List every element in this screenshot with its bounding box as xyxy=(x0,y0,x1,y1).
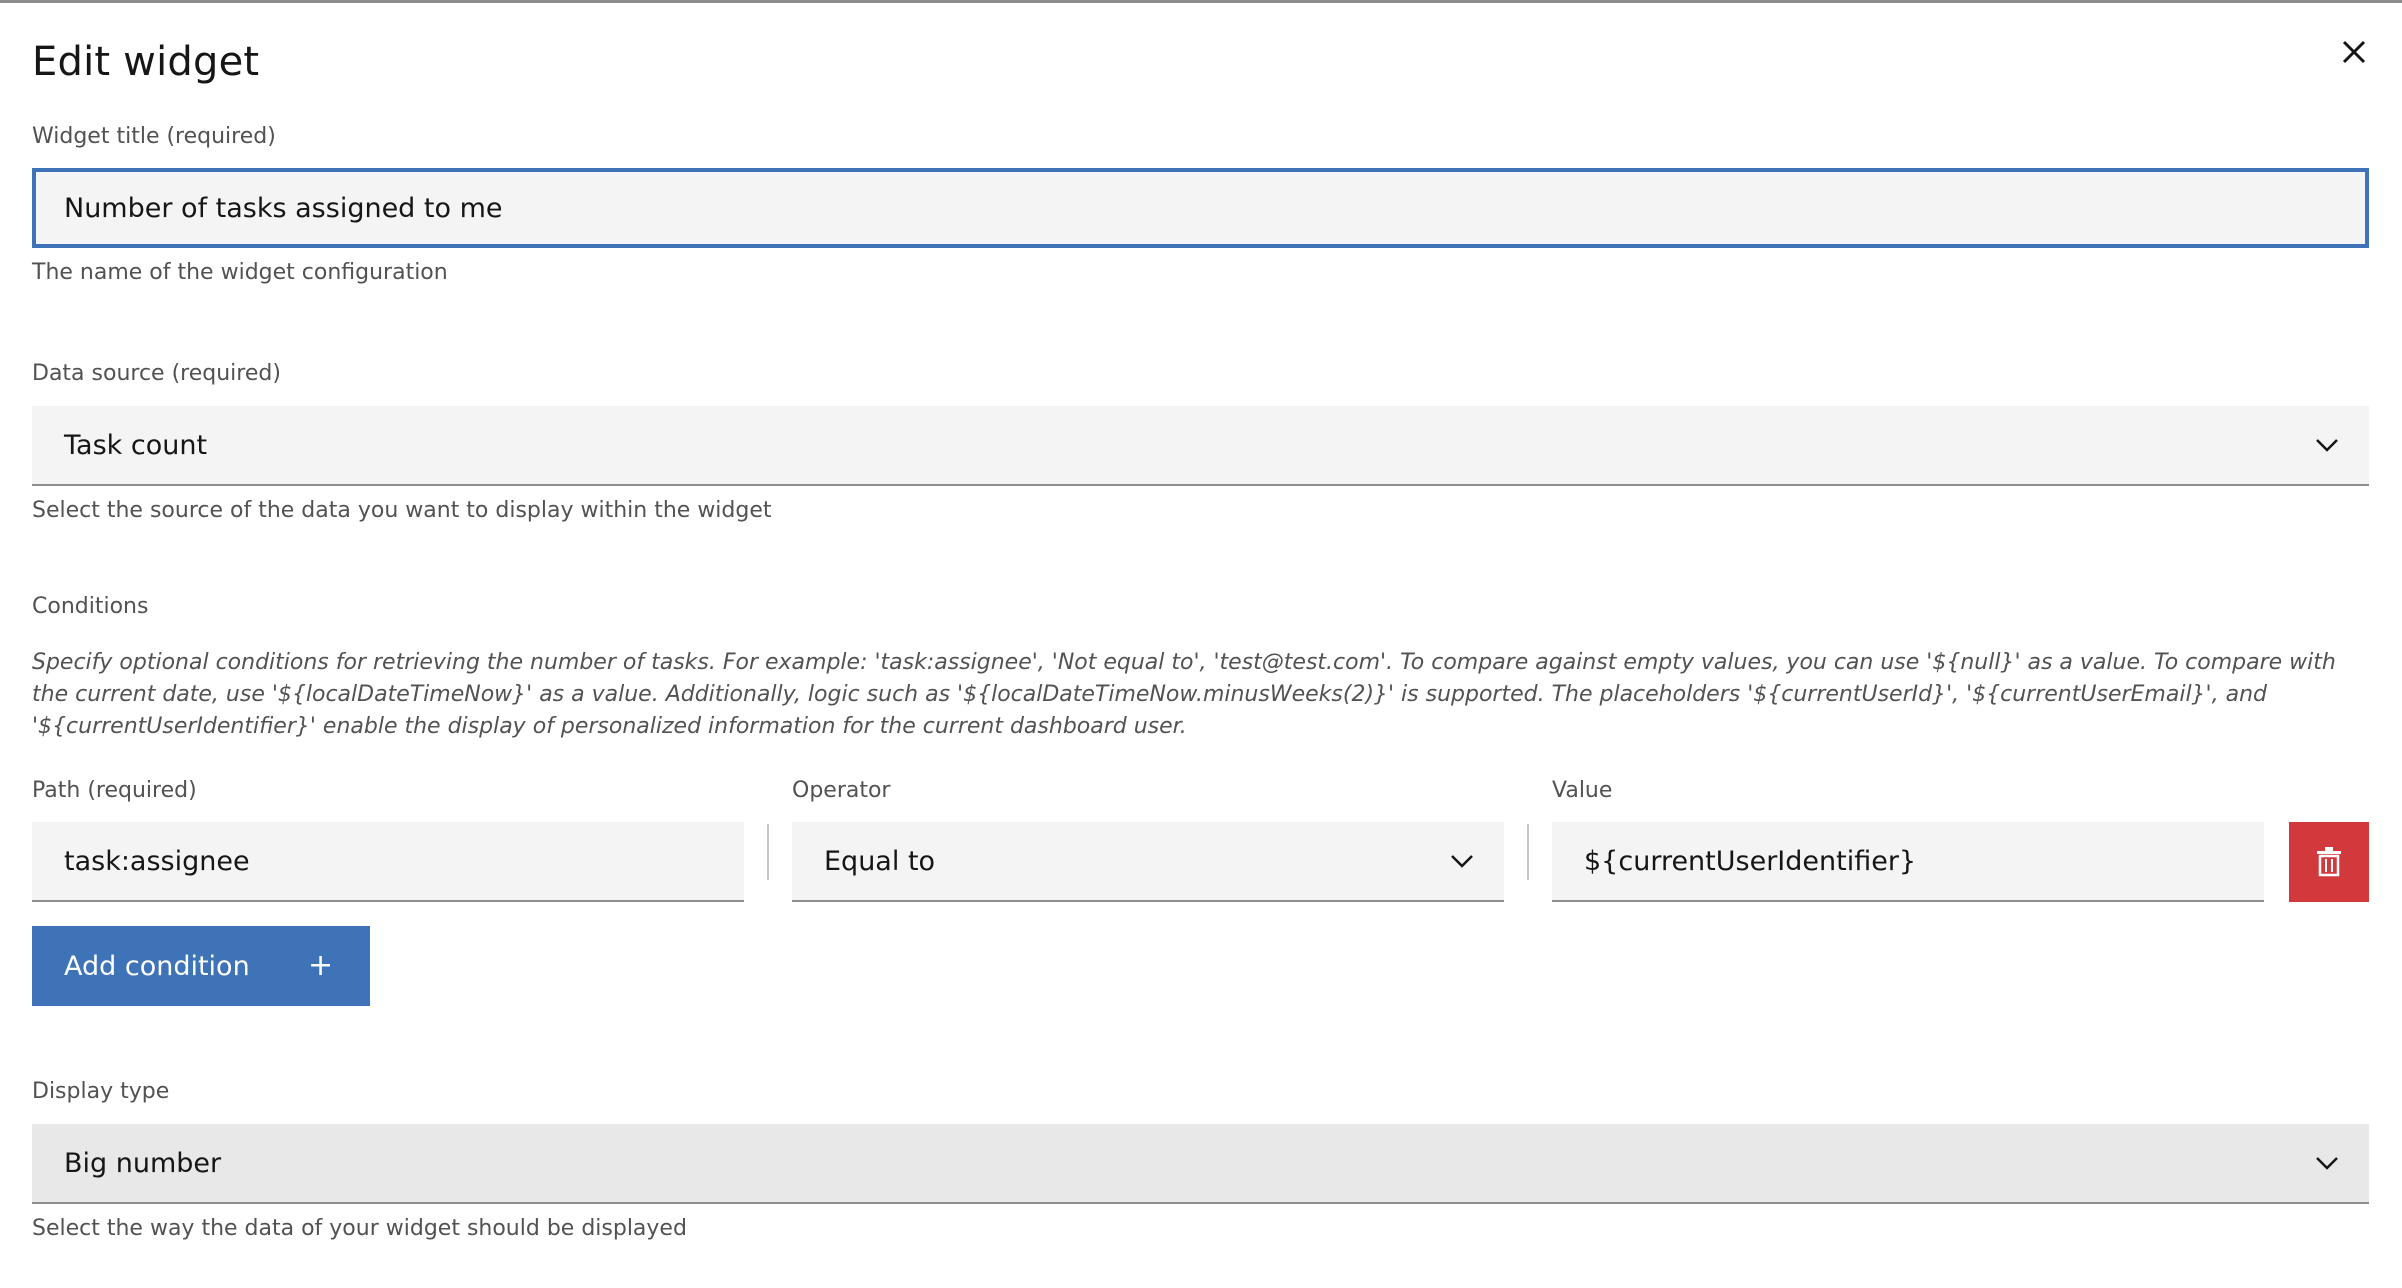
operator-selected-value: Equal to xyxy=(824,845,936,877)
condition-value-input[interactable] xyxy=(1552,822,2264,902)
path-label: Path (required) xyxy=(32,778,197,803)
chevron-down-icon xyxy=(2316,1157,2338,1170)
data-source-selected-value: Task count xyxy=(64,429,208,461)
close-button[interactable] xyxy=(2328,26,2380,78)
data-source-select[interactable]: Task count xyxy=(32,406,2369,486)
data-source-label: Data source (required) xyxy=(32,361,281,386)
condition-operator-select[interactable]: Equal to xyxy=(792,822,1504,902)
condition-path-input[interactable] xyxy=(32,822,744,902)
display-type-selected-value: Big number xyxy=(64,1147,222,1179)
field-divider xyxy=(1527,824,1529,880)
add-condition-button[interactable]: Add condition + xyxy=(32,926,370,1006)
close-icon xyxy=(2342,40,2366,64)
delete-condition-button[interactable] xyxy=(2289,822,2369,902)
operator-label: Operator xyxy=(792,778,891,803)
conditions-description: Specify optional conditions for retrievi… xyxy=(32,650,2336,739)
data-source-helper: Select the source of the data you want t… xyxy=(32,498,772,523)
chevron-down-icon xyxy=(1451,855,1473,868)
modal-top-border xyxy=(0,0,2402,3)
field-divider xyxy=(767,824,769,880)
modal-title: Edit widget xyxy=(32,39,260,85)
add-condition-label: Add condition xyxy=(64,950,250,982)
display-type-helper: Select the way the data of your widget s… xyxy=(32,1216,687,1241)
widget-title-helper: The name of the widget configuration xyxy=(32,260,448,285)
edit-widget-modal: Edit widget Widget title (required) The … xyxy=(0,0,2402,1288)
widget-title-input[interactable] xyxy=(32,168,2369,248)
widget-title-label: Widget title (required) xyxy=(32,124,276,149)
value-label: Value xyxy=(1552,778,1613,803)
conditions-label: Conditions xyxy=(32,594,149,619)
trash-icon xyxy=(2317,847,2341,877)
display-type-label: Display type xyxy=(32,1079,170,1104)
chevron-down-icon xyxy=(2316,439,2338,452)
display-type-select[interactable]: Big number xyxy=(32,1124,2369,1204)
plus-icon: + xyxy=(308,948,334,983)
